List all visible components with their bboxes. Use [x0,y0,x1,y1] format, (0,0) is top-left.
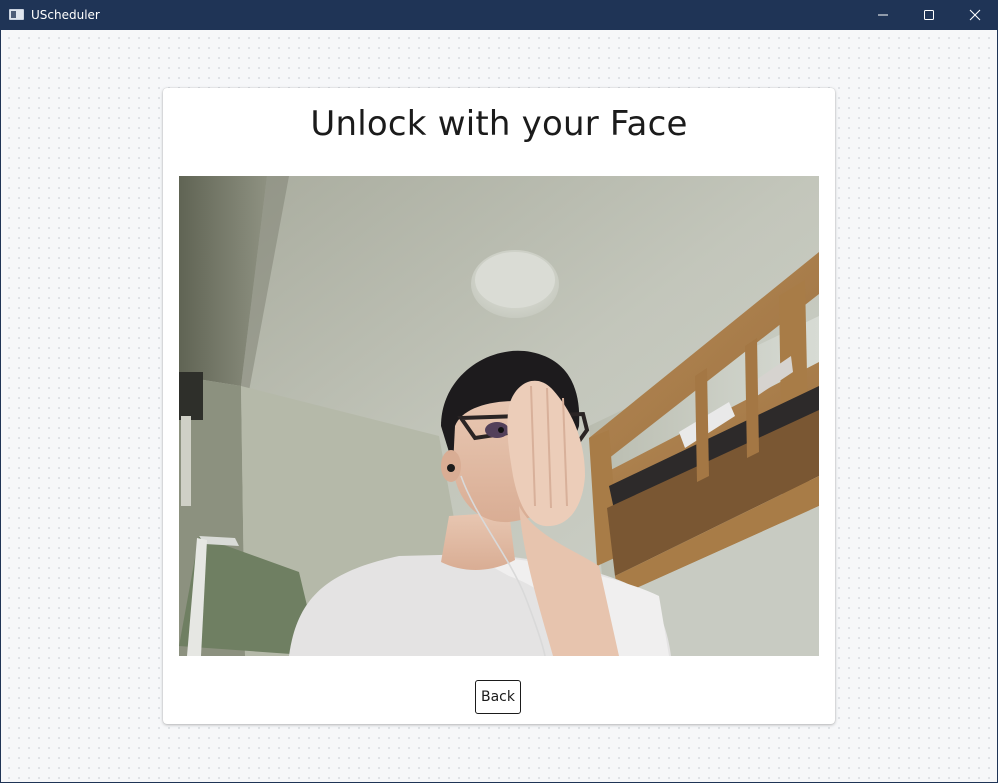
page-title: Unlock with your Face [310,104,688,144]
app-icon [9,9,24,20]
minimize-icon [878,14,888,16]
close-icon [969,9,981,21]
title-bar[interactable]: UScheduler [0,0,998,30]
window-title: UScheduler [31,8,100,22]
face-unlock-card: Unlock with your Face Back [163,88,835,724]
webcam-image [179,176,819,656]
back-button[interactable]: Back [475,680,521,714]
maximize-button[interactable] [906,0,952,30]
app-window: UScheduler Unlock with your Face Back [0,0,998,783]
close-button[interactable] [952,0,998,30]
camera-preview [179,176,819,656]
minimize-button[interactable] [860,0,906,30]
window-content: Unlock with your Face Back [1,30,997,782]
maximize-icon [924,10,934,20]
